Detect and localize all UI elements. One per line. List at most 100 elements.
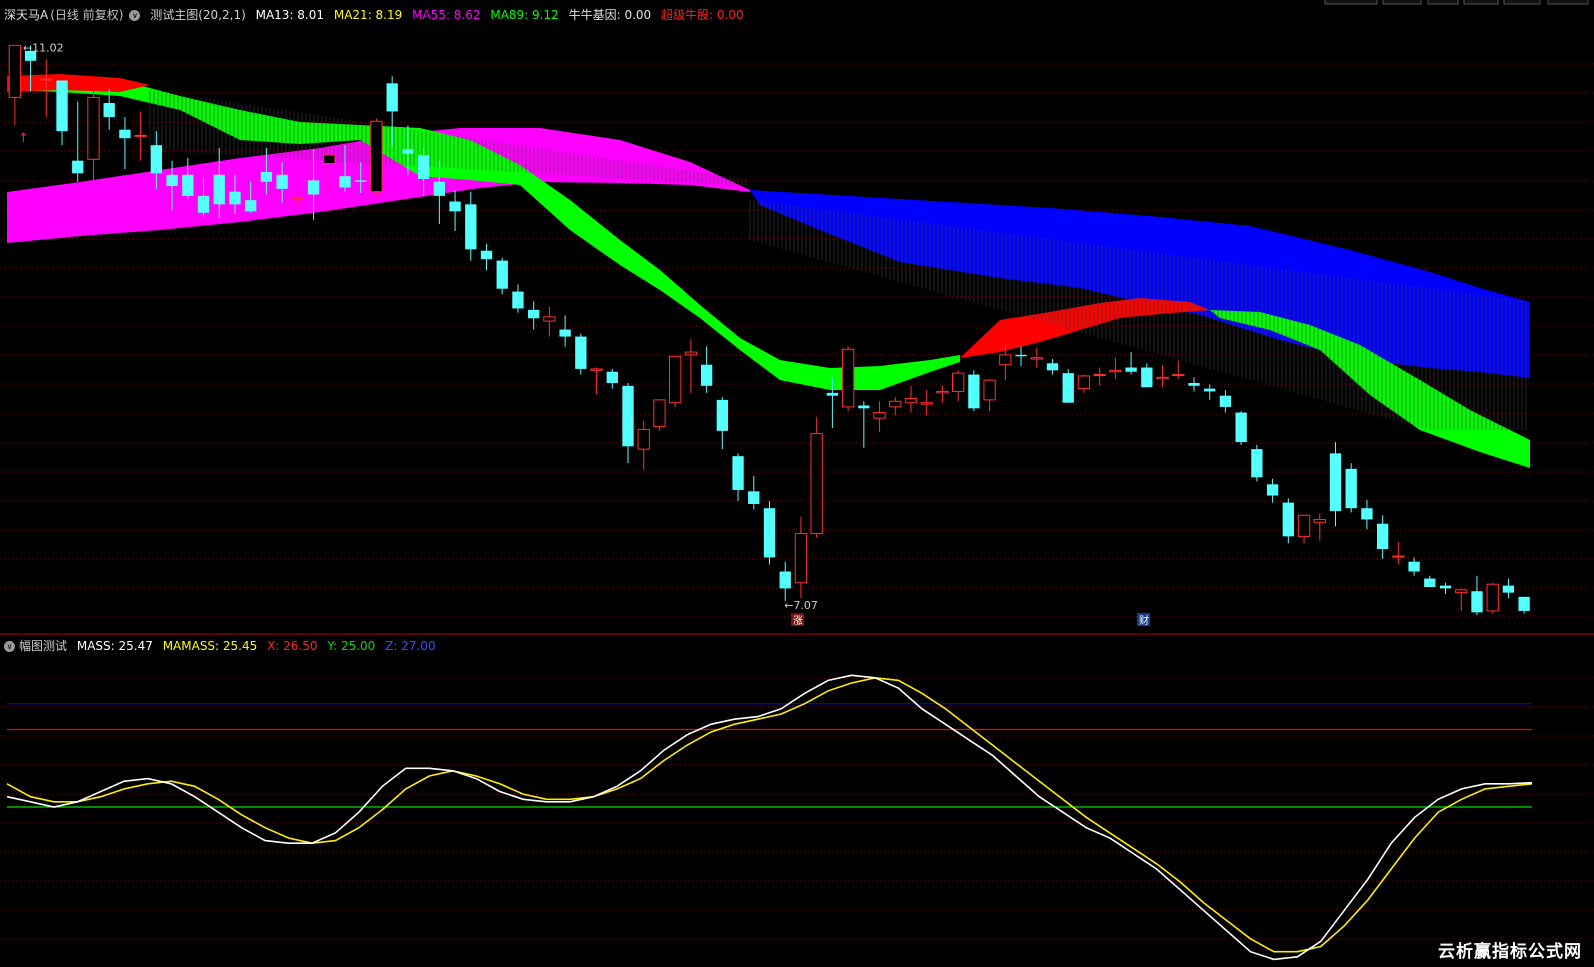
candle-down [402, 149, 414, 154]
candle-down [166, 174, 178, 187]
candle-down [197, 195, 210, 213]
candle-down [1219, 395, 1232, 407]
niu-gene-value: 牛牛基因: 0.00 [568, 8, 652, 22]
indicator-menu-icon[interactable]: ∨ [129, 10, 141, 21]
toolbar-strip [1324, 0, 1378, 5]
main-chart-header: 深天马A (日线 前复权) ∨ 测试主图(20,2,1) MA13: 8.01 MA… [4, 7, 750, 23]
candle-up [983, 379, 996, 401]
candle-up [889, 400, 902, 408]
ma21-value: MA21: 8.19 [333, 8, 403, 22]
candle-down [1361, 508, 1373, 520]
candle-up [291, 198, 305, 201]
sub-indicator-menu-icon[interactable]: ∨ [4, 641, 15, 652]
candle-up [1486, 583, 1499, 612]
buy-arrow-icon: ↑ [18, 131, 29, 146]
candle-down [72, 160, 84, 174]
candle-up [936, 390, 949, 394]
candle-down [1345, 468, 1357, 509]
mamass-value: MAMASS: 25.45 [162, 639, 258, 653]
candle-down [1125, 367, 1137, 372]
candle-down [449, 201, 461, 212]
candle-down [763, 508, 776, 558]
candle-up [952, 372, 965, 392]
candle-up [1077, 375, 1091, 390]
candle-down [1518, 596, 1530, 611]
sub-indicator-name[interactable]: 幅图测试 [19, 639, 67, 653]
ma-band-red [960, 298, 1210, 358]
period-label: (日线 前复权) [50, 8, 124, 22]
indicator-name[interactable]: 测试主图(20,2,1) [150, 8, 246, 22]
candle-up [637, 428, 650, 450]
candle-down [119, 129, 131, 139]
candle-up [1093, 374, 1106, 377]
candle-down [968, 374, 980, 409]
y-value: Y: 25.00 [327, 639, 376, 653]
candle-down [417, 155, 430, 179]
candle-down [433, 181, 446, 196]
candle-down [1329, 453, 1342, 512]
candle-down [1141, 367, 1153, 388]
candle-down [1439, 585, 1452, 589]
candle-up [794, 533, 808, 584]
watermark: 云析赢指标公式网 [1430, 939, 1590, 965]
stock-name[interactable]: 深天马A [4, 8, 48, 22]
high-price-label: ←11.02 [23, 41, 64, 54]
candle-down [528, 309, 540, 319]
ma-band-red-start [7, 74, 150, 92]
candle-down [496, 260, 508, 289]
candle-up [920, 402, 933, 405]
candle-up [590, 368, 603, 371]
low-price-label: ←7.07 [784, 599, 818, 612]
candle-down [1502, 585, 1515, 593]
candle-up [323, 154, 336, 165]
candle-down [716, 399, 728, 431]
toolbar-strip [1503, 0, 1541, 5]
mass-value: MASS: 25.47 [76, 639, 153, 653]
candle-down [1188, 383, 1200, 386]
candle-up [653, 399, 666, 428]
toolbar-strip [1463, 0, 1499, 5]
toolbar-strip [1382, 0, 1422, 5]
candle-up [1172, 374, 1185, 377]
ma89-value: MA89: 9.12 [490, 8, 559, 22]
toolbar-strip [1427, 0, 1459, 5]
mass-line [6, 674, 1533, 961]
candle-up [1297, 514, 1311, 537]
candle-up [810, 433, 823, 535]
candle-down [103, 103, 115, 118]
candle-down [1266, 484, 1279, 496]
candle-up [669, 355, 682, 404]
candle-down [1424, 578, 1436, 588]
candle-up [904, 397, 918, 404]
candle-down [182, 174, 194, 196]
x-value: X: 26.50 [267, 639, 318, 653]
candle-down [339, 176, 351, 188]
candle-up [873, 412, 886, 419]
event-zhang-label: 涨 [793, 615, 803, 627]
candle-down [779, 571, 791, 589]
candle-up [87, 96, 100, 160]
candle-up [543, 316, 556, 322]
candle-down [622, 385, 634, 447]
candle-down [1046, 363, 1059, 371]
mamass-line [6, 676, 1533, 953]
candle-down [480, 250, 493, 260]
candle-down [732, 456, 744, 490]
candle-up [1313, 518, 1326, 523]
candle-down [606, 371, 618, 383]
candle-down [276, 174, 288, 189]
candle-down [1251, 449, 1263, 478]
candle-down [1282, 502, 1294, 537]
candle-down [1471, 591, 1483, 613]
chart-canvas: ←11.02 ←7.07 ↑ 涨 财 [0, 0, 1594, 961]
candle-up [1455, 589, 1468, 594]
candle-up [841, 348, 855, 408]
candle-down [465, 204, 477, 250]
candle-down [355, 180, 367, 182]
toolbar-strip [1547, 0, 1589, 5]
candle-down [1408, 561, 1420, 572]
candle-up [999, 354, 1012, 366]
candle-up [370, 120, 383, 193]
event-cai-label: 财 [1139, 614, 1149, 627]
candle-up [134, 134, 147, 137]
